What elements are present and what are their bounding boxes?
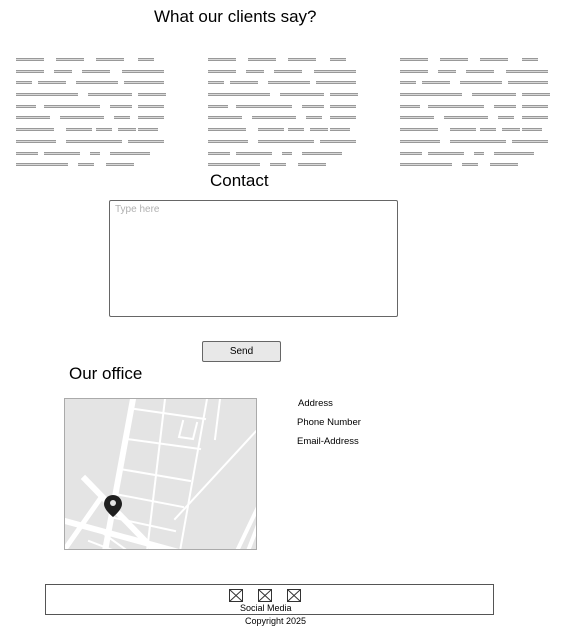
- placeholder-text-line: [208, 93, 358, 97]
- placeholder-text-line: [16, 69, 166, 73]
- placeholder-text-line: [16, 128, 166, 132]
- placeholder-text-line: [208, 116, 358, 120]
- send-button[interactable]: Send: [202, 341, 281, 362]
- placeholder-text-line: [16, 116, 166, 120]
- placeholder-text-line: [208, 104, 358, 108]
- map-graphic: [65, 399, 256, 549]
- testimonial-text-1: [16, 58, 166, 175]
- office-map[interactable]: [64, 398, 257, 550]
- placeholder-text-line: [16, 93, 166, 97]
- placeholder-text-line: [400, 139, 550, 143]
- message-textarea[interactable]: Type here: [109, 200, 398, 317]
- placeholder-text-line: [400, 93, 550, 97]
- placeholder-text-line: [208, 58, 358, 61]
- placeholder-text-line: [16, 139, 166, 143]
- placeholder-text-line: [16, 151, 166, 155]
- social-media-label: Social Media: [240, 603, 292, 613]
- placeholder-text-line: [400, 69, 550, 73]
- placeholder-text-line: [400, 128, 550, 132]
- office-phone: Phone Number: [297, 417, 361, 428]
- placeholder-text-line: [16, 163, 166, 167]
- testimonial-text-2: [208, 58, 358, 175]
- placeholder-text-line: [400, 163, 550, 167]
- placeholder-text-line: [400, 81, 550, 85]
- office-address: Address: [298, 398, 333, 409]
- social-icon-3[interactable]: [287, 589, 301, 602]
- placeholder-text-line: [208, 128, 358, 132]
- message-placeholder: Type here: [115, 204, 160, 215]
- testimonials-title: What our clients say?: [154, 7, 317, 26]
- placeholder-text-line: [400, 116, 550, 120]
- social-icon-2[interactable]: [258, 589, 272, 602]
- contact-title: Contact: [210, 171, 269, 190]
- placeholder-text-line: [208, 163, 358, 167]
- placeholder-text-line: [400, 104, 550, 108]
- testimonial-text-3: [400, 58, 550, 175]
- placeholder-text-line: [400, 58, 550, 61]
- placeholder-text-line: [400, 151, 550, 155]
- office-title: Our office: [69, 364, 143, 383]
- placeholder-text-line: [16, 58, 166, 61]
- placeholder-text-line: [208, 151, 358, 155]
- placeholder-text-line: [16, 104, 166, 108]
- office-email: Email-Address: [297, 436, 359, 447]
- copyright-text: Copyright 2025: [245, 616, 307, 626]
- placeholder-text-line: [208, 81, 358, 85]
- placeholder-text-line: [208, 139, 358, 143]
- placeholder-text-line: [16, 81, 166, 85]
- placeholder-text-line: [208, 69, 358, 73]
- social-icon-1[interactable]: [229, 589, 243, 602]
